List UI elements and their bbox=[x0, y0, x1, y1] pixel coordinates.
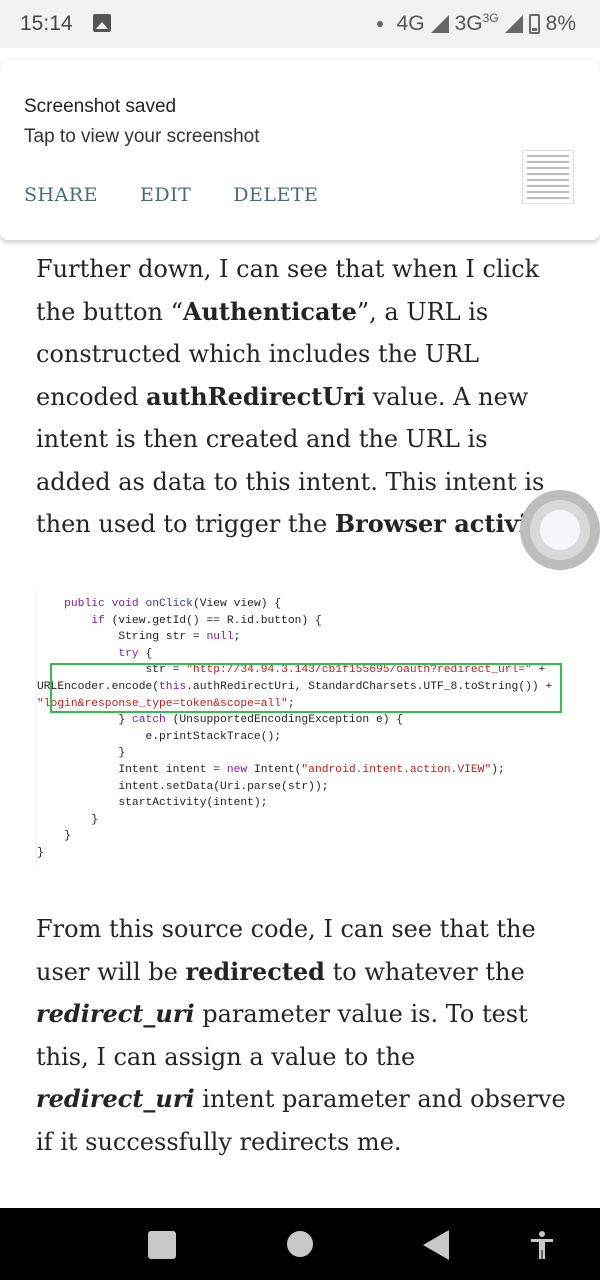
code-line: startActivity(intent); bbox=[37, 797, 268, 810]
navigation-bar bbox=[0, 1208, 600, 1280]
screenshot-notification[interactable]: Screenshot saved Tap to view your screen… bbox=[0, 60, 600, 240]
article-paragraph-2: From this source code, I can see that th… bbox=[36, 915, 566, 1156]
code-line: intent.setData(Uri.parse(str)); bbox=[37, 780, 329, 793]
floating-assistive-button[interactable] bbox=[520, 490, 600, 570]
status-indicators: 4G 3G3G 8% bbox=[376, 11, 576, 36]
code-line: String str = null; bbox=[37, 631, 241, 644]
recents-button[interactable] bbox=[148, 1231, 176, 1259]
notification-subtitle: Tap to view your screenshot bbox=[24, 126, 260, 147]
status-bar: 15:14 4G 3G3G 8% bbox=[0, 0, 600, 48]
code-line: } bbox=[37, 846, 44, 859]
code-line: } catch (UnsupportedEncodingException e)… bbox=[37, 714, 404, 727]
network-3g-label: 3G3G bbox=[454, 11, 499, 35]
back-button[interactable] bbox=[423, 1230, 449, 1260]
signal-4g-icon bbox=[430, 14, 449, 33]
home-button[interactable] bbox=[287, 1231, 313, 1257]
network-4g-label: 4G bbox=[396, 11, 425, 35]
code-line: } bbox=[37, 830, 71, 843]
code-image: public void onClick(View view) { if (vie… bbox=[36, 590, 566, 865]
notification-title: Screenshot saved bbox=[24, 96, 177, 117]
code-line: Intent intent = new Intent("android.inte… bbox=[37, 763, 505, 776]
accessibility-icon[interactable] bbox=[529, 1230, 555, 1260]
code-line: } bbox=[37, 813, 99, 826]
code-line: try { bbox=[37, 647, 153, 660]
assistive-touch-icon bbox=[540, 510, 580, 550]
signal-3g-icon bbox=[504, 14, 523, 33]
battery-percent: 8% bbox=[545, 11, 576, 35]
battery-icon bbox=[528, 13, 540, 34]
edit-button[interactable]: EDIT bbox=[140, 184, 191, 206]
share-button[interactable]: SHARE bbox=[24, 184, 98, 206]
code-line: if (view.getId() == R.id.button) { bbox=[37, 614, 322, 627]
code-highlight-box bbox=[50, 663, 562, 713]
notification-dot-icon bbox=[376, 20, 383, 27]
article-paragraph-1: Further down, I can see that when I clic… bbox=[36, 255, 560, 538]
status-time: 15:14 bbox=[20, 12, 73, 35]
code-line: } bbox=[37, 747, 126, 760]
code-line: public void onClick(View view) { bbox=[37, 598, 282, 610]
delete-button[interactable]: DELETE bbox=[233, 184, 318, 206]
code-line: e.printStackTrace(); bbox=[37, 730, 282, 743]
screenshot-thumbnail[interactable] bbox=[522, 150, 574, 204]
image-notification-icon bbox=[93, 14, 111, 32]
notification-actions: SHARE EDIT DELETE bbox=[24, 184, 318, 206]
